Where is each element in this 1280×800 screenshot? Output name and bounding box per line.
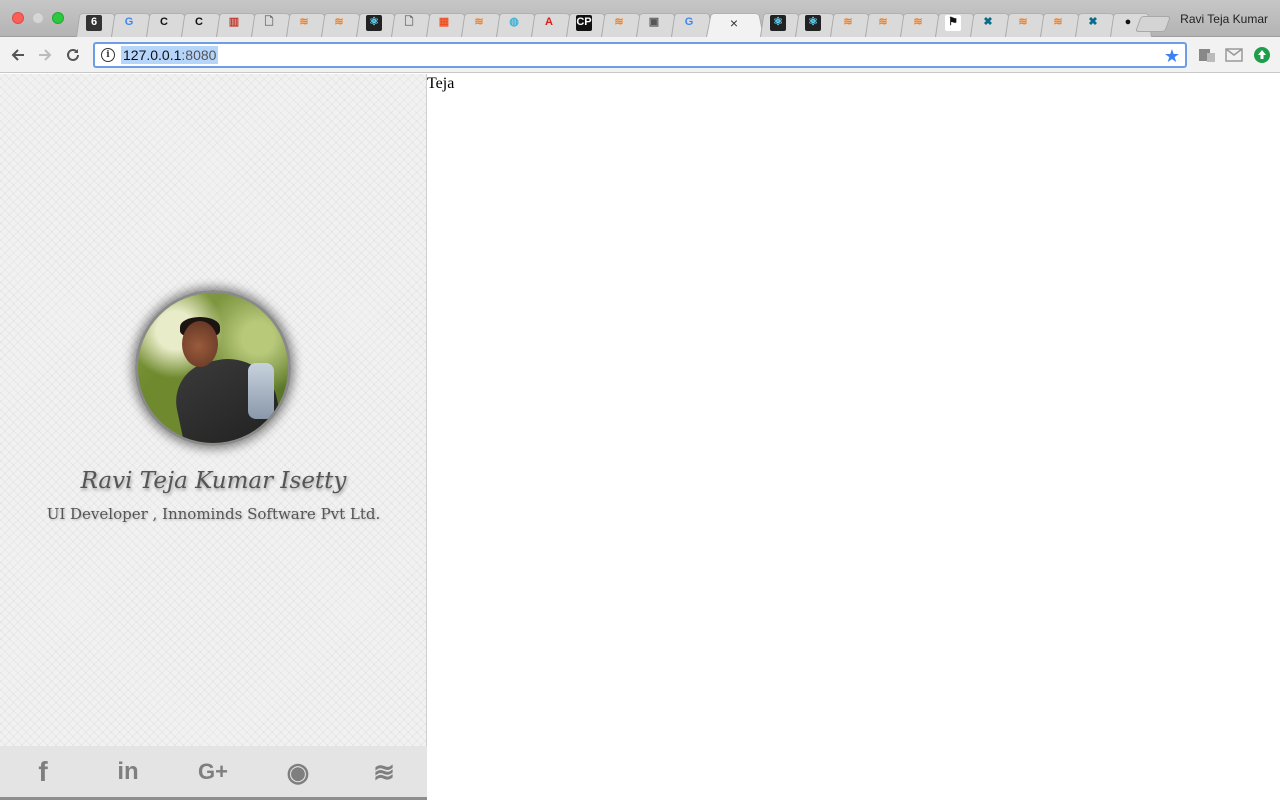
facebook-icon[interactable]: f: [27, 756, 59, 788]
window-minimize-button[interactable]: [32, 12, 44, 24]
profile-name[interactable]: Ravi Teja Kumar: [1180, 12, 1268, 26]
tab-10[interactable]: ▦: [426, 8, 462, 37]
c-icon: C: [195, 16, 203, 28]
forward-arrow-icon: [39, 49, 52, 61]
flag-icon: ⚑: [945, 14, 961, 31]
main-content-text: Teja: [427, 75, 455, 92]
tab-3[interactable]: C: [181, 8, 217, 37]
tab-9[interactable]: 🗋: [391, 8, 427, 37]
x-circle-icon: ✖: [1088, 16, 1098, 28]
tab-strip: 6 G C C ▥ 🗋 ≋ ≋ ⚛ 🗋 ▦ ≋ ◍ A CP ≋ ▣ G × ⚛ ⚛ ≋ ≋ ≋ ⚑ ✖ ≋ ≋ ✖ ● Ravi Tej…: [0, 0, 1280, 37]
tab-1[interactable]: G: [111, 8, 147, 37]
tab-27[interactable]: ✖: [1075, 8, 1111, 37]
github-icon: ●: [1124, 16, 1132, 28]
c-icon: C: [160, 16, 168, 28]
react-icon: ⚛: [366, 14, 382, 31]
window-maximize-button[interactable]: [52, 12, 64, 24]
stackoverflow-icon: ≋: [299, 16, 309, 28]
back-button[interactable]: [6, 43, 30, 67]
google-plus-icon[interactable]: G+: [197, 756, 229, 788]
stackoverflow-icon: ≋: [334, 16, 344, 28]
codepen-icon: CP: [576, 14, 592, 31]
profile-sidebar: Ravi Teja Kumar Isetty UI Developer , In…: [0, 74, 427, 800]
stackoverflow-icon: ≋: [843, 16, 853, 28]
chart-icon: ▥: [228, 16, 240, 28]
tab-18[interactable]: ⚛: [760, 8, 796, 37]
tab-14[interactable]: CP: [566, 8, 602, 37]
back-arrow-icon: [11, 49, 24, 61]
tab-22[interactable]: ≋: [900, 8, 936, 37]
tab-20[interactable]: ≋: [830, 8, 866, 37]
extension-icon[interactable]: [1198, 46, 1216, 64]
google-icon: G: [124, 16, 134, 28]
tab-12[interactable]: ◍: [496, 8, 532, 37]
tab-2[interactable]: C: [146, 8, 182, 37]
angular-icon: A: [545, 16, 553, 28]
profile-name-heading: Ravi Teja Kumar Isetty: [80, 468, 347, 494]
tab-0[interactable]: 6: [76, 8, 112, 37]
tab-6[interactable]: ≋: [286, 8, 322, 37]
site-info-icon[interactable]: i: [101, 48, 115, 62]
reload-button[interactable]: [61, 43, 85, 67]
new-tab-button[interactable]: [1135, 16, 1171, 32]
tab-5[interactable]: 🗋: [251, 8, 287, 37]
microsoft-icon: ▦: [438, 16, 450, 28]
url-host: 127.0.0.1: [123, 47, 182, 63]
address-bar[interactable]: i 127.0.0.1:8080 ★: [93, 42, 1187, 68]
linkedin-icon[interactable]: in: [112, 756, 144, 788]
google-icon: G: [684, 16, 694, 28]
terminal-icon: ▣: [648, 16, 660, 28]
stackoverflow-icon: ≋: [878, 16, 888, 28]
tab-active[interactable]: ×: [706, 8, 758, 37]
close-tab-icon[interactable]: ×: [730, 15, 738, 31]
stackoverflow-icon: ≋: [1018, 16, 1028, 28]
eap-icon: 6: [86, 14, 102, 31]
tab-4[interactable]: ▥: [216, 8, 252, 37]
tab-17[interactable]: G: [671, 8, 707, 37]
window-close-button[interactable]: [12, 12, 24, 24]
tab-21[interactable]: ≋: [865, 8, 901, 37]
x-circle-icon: ✖: [983, 16, 993, 28]
tab-25[interactable]: ≋: [1005, 8, 1041, 37]
tab-8[interactable]: ⚛: [356, 8, 392, 37]
page-viewport: Ravi Teja Kumar Isetty UI Developer , In…: [0, 74, 1280, 800]
github-icon[interactable]: ◉: [282, 756, 314, 788]
stackoverflow-icon: ≋: [614, 16, 624, 28]
tab-19[interactable]: ⚛: [795, 8, 831, 37]
document-icon: 🗋: [264, 16, 274, 28]
tab-26[interactable]: ≋: [1040, 8, 1076, 37]
url-port: :8080: [181, 47, 217, 63]
document-icon: 🗋: [404, 16, 414, 28]
profile-role: UI Developer , Innominds Software Pvt Lt…: [46, 505, 381, 523]
tab-7[interactable]: ≋: [321, 8, 357, 37]
tab-13[interactable]: A: [531, 8, 567, 37]
stackoverflow-icon[interactable]: ≋: [368, 756, 400, 788]
reload-icon: [67, 48, 79, 61]
toolbar: i 127.0.0.1:8080 ★: [0, 37, 1280, 73]
stackoverflow-icon: ≋: [1053, 16, 1063, 28]
avatar: [135, 290, 291, 446]
react-icon: ⚛: [770, 14, 786, 31]
stackoverflow-icon: ≋: [474, 16, 484, 28]
bookmark-star-icon[interactable]: ★: [1164, 46, 1180, 67]
react-icon: ⚛: [805, 14, 821, 31]
tab-11[interactable]: ≋: [461, 8, 497, 37]
mail-icon[interactable]: [1225, 46, 1243, 64]
url-text[interactable]: 127.0.0.1:8080: [121, 46, 219, 64]
tab-16[interactable]: ▣: [636, 8, 672, 37]
stackoverflow-icon: ≋: [913, 16, 923, 28]
social-links-bar: f in G+ ◉ ≋: [0, 746, 427, 800]
tab-24[interactable]: ✖: [970, 8, 1006, 37]
tab-15[interactable]: ≋: [601, 8, 637, 37]
forward-button[interactable]: [33, 43, 57, 67]
update-icon[interactable]: [1253, 46, 1271, 64]
tab-23[interactable]: ⚑: [935, 8, 971, 37]
globe-icon: ◍: [509, 16, 519, 28]
